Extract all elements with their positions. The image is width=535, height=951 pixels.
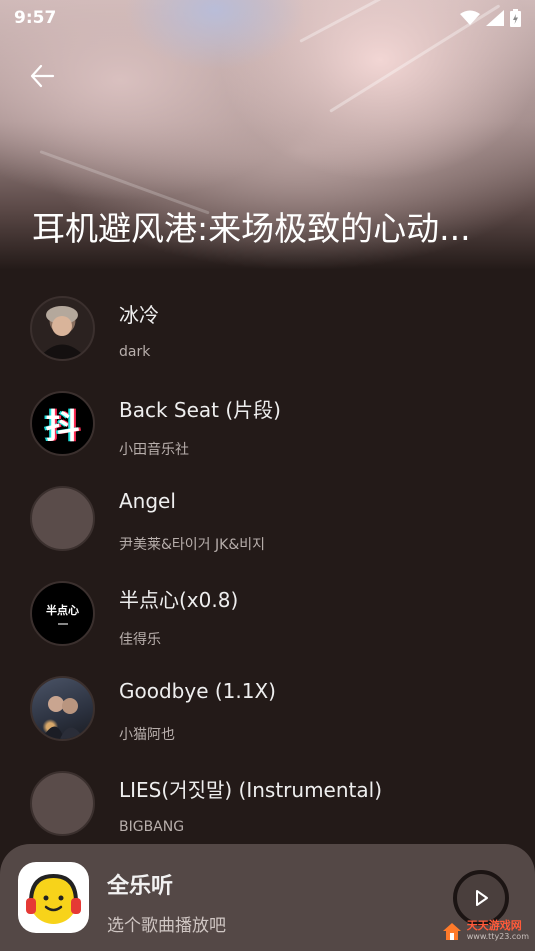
song-row[interactable]: 冰冷 dark	[0, 283, 535, 378]
song-row[interactable]: Angel 尹美莱&타이거 JK&비지	[0, 473, 535, 568]
song-title: Angel	[119, 489, 176, 513]
signal-icon	[486, 10, 504, 26]
back-button[interactable]	[24, 58, 60, 94]
mini-player-subtitle: 选个歌曲播放吧	[107, 916, 226, 936]
song-row[interactable]: Goodbye (1.1X) 小猫阿也	[0, 663, 535, 758]
song-cover: 半点心	[30, 581, 95, 646]
song-artist: dark	[119, 344, 151, 360]
mini-player-title: 全乐听	[107, 874, 174, 899]
status-time: 9:57	[14, 8, 57, 28]
playlist-title: 耳机避风港:来场极致的心动...	[32, 209, 471, 248]
battery-icon	[510, 9, 521, 27]
song-row[interactable]: LIES(거짓말) (Instrumental) BIGBANG	[0, 758, 535, 853]
house-icon	[442, 922, 461, 940]
song-cover	[30, 676, 95, 741]
song-artist: 小猫阿也	[119, 727, 175, 743]
song-artist: BIGBANG	[119, 819, 185, 835]
status-bar: 9:57	[0, 0, 535, 36]
wifi-icon	[460, 10, 480, 25]
song-artist: 小田音乐社	[119, 442, 189, 458]
song-title: 半点心(x0.8)	[119, 588, 239, 612]
watermark: 天天游戏网 www.tty23.com	[441, 920, 529, 941]
song-cover	[30, 296, 95, 361]
app-logo	[18, 862, 89, 933]
song-cover-placeholder	[30, 771, 95, 836]
song-list: 冰冷 dark 抖 Back Seat (片段) 小田音乐社 Angel 尹美莱…	[0, 283, 535, 853]
play-button[interactable]	[453, 870, 509, 926]
song-artist: 佳得乐	[119, 632, 161, 648]
cover-text: 半点心	[46, 604, 79, 617]
song-artist: 尹美莱&타이거 JK&비지	[119, 537, 265, 553]
song-row[interactable]: 抖 Back Seat (片段) 小田音乐社	[0, 378, 535, 473]
song-title: Goodbye (1.1X)	[119, 679, 276, 703]
song-cover: 抖	[30, 391, 95, 456]
song-title: LIES(거짓말) (Instrumental)	[119, 778, 382, 802]
arrow-left-icon	[30, 64, 55, 88]
play-icon	[476, 890, 488, 906]
status-icons	[460, 9, 521, 27]
watermark-name: 天天游戏网	[466, 919, 522, 932]
douyin-logo-text: 抖	[45, 407, 80, 447]
song-title: Back Seat (片段)	[119, 398, 281, 422]
song-cover-placeholder	[30, 486, 95, 551]
watermark-url: www.tty23.com	[466, 932, 529, 941]
song-row[interactable]: 半点心 半点心(x0.8) 佳得乐	[0, 568, 535, 663]
song-title: 冰冷	[119, 303, 159, 327]
